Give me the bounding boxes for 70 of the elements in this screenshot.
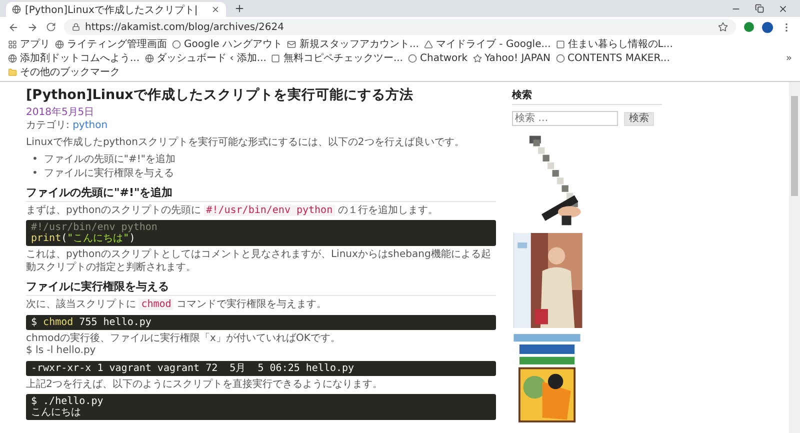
paragraph: chmodの実行後、ファイルに実行権限「x」が付いていればOKです。 $ ls -l hello.py	[26, 332, 342, 358]
reload-icon[interactable]	[46, 22, 56, 32]
paragraph: Linuxで作成したpythonスクリプトを実行可能な形式にするには、以下の2つを行えば良いです。	[26, 137, 466, 150]
paragraph: 上記2つを行えば、以下のようにスクリプトを直接実行できるようになります。	[26, 378, 384, 391]
bookmark[interactable]: マイドライブ - Google...	[424, 38, 551, 51]
globe-icon	[55, 40, 64, 49]
bullet: •	[32, 152, 38, 166]
globe-icon	[144, 54, 154, 63]
bookmark[interactable]: 新規スタッフアカウント...	[287, 38, 419, 51]
list-item: ファイルに実行権限を与える	[44, 166, 174, 180]
code-line: $ ./hello.py	[31, 396, 104, 407]
triangle-icon	[424, 40, 433, 49]
category-link[interactable]: python	[72, 120, 108, 131]
tab-title: [Python]Linuxで作成したスクリプト|	[25, 4, 199, 16]
browser-tab[interactable]: [Python]Linuxで作成したスクリプト|	[6, 2, 226, 17]
section-heading: ファイルの先頭に"#!"を追加	[26, 186, 496, 202]
square-icon	[556, 40, 565, 49]
bullet: •	[32, 166, 38, 180]
scrollbar[interactable]	[789, 82, 800, 433]
grid-icon	[8, 40, 17, 49]
bookmark[interactable]: アプリ	[8, 38, 50, 51]
widget-heading: 検索	[512, 88, 662, 105]
list-item: ファイルの先頭に"#!"を追加	[44, 152, 176, 166]
restore-icon[interactable]	[755, 4, 764, 12]
bookmark[interactable]: 無料コピペチェックツー...	[271, 52, 403, 65]
globe-icon	[12, 5, 21, 14]
back-icon[interactable]	[8, 22, 19, 32]
bookmark[interactable]: Chatwork	[408, 52, 468, 65]
bookmark[interactable]: ダッシュボード ‹ 添加...	[144, 52, 266, 65]
globe-icon	[8, 54, 17, 63]
paragraph: まずは、pythonのスクリプトの先頭に #!/usr/bin/env python の１行を追加します。	[26, 204, 439, 217]
paragraph: 次に、該当スクリプトに chmod コマンドで実行権限を与えます。	[26, 299, 328, 312]
bookmark[interactable]: Yahoo! JAPAN	[472, 52, 551, 65]
scrollbar-thumb[interactable]	[791, 96, 798, 196]
search-button[interactable]: 検索	[624, 112, 654, 126]
lock-icon	[72, 23, 80, 31]
search-field[interactable]: 検索 …	[512, 111, 618, 126]
star-icon	[472, 54, 482, 63]
extension-icon[interactable]	[744, 22, 754, 32]
bookmark[interactable]: 住まい暮らし情報のL...	[556, 38, 673, 51]
close-icon[interactable]	[778, 4, 788, 14]
category-label: カテゴリ:	[26, 120, 70, 131]
circle-icon	[556, 54, 565, 63]
code-line: #!/usr/bin/env python	[31, 222, 158, 233]
circle-icon	[408, 54, 417, 63]
bookmark-folder[interactable]: その他のブックマーク	[8, 66, 120, 79]
code-line: こんにちは	[31, 407, 82, 418]
code-line: print("こんにちは")	[31, 233, 136, 244]
bookmark[interactable]: Google ハングアウト	[172, 38, 282, 51]
square-icon	[271, 54, 280, 63]
close-icon[interactable]	[211, 5, 220, 14]
section-heading: ファイルに実行権限を与える	[26, 280, 496, 296]
mail-icon	[287, 40, 296, 49]
url-text: https://akamist.com/blog/archives/2624	[85, 22, 284, 32]
bookmark[interactable]: 添加剤ドットコムへよう...	[8, 52, 140, 65]
bookmark[interactable]: CONTENTS MAKER...	[556, 52, 670, 65]
paragraph: これは、pythonのスクリプトとしてはコメントと見なされますが、Linuxからはshebang機能による起動スクリプトの指定と判断されます。	[26, 249, 492, 274]
code-line: $ chmod 755 hello.py	[31, 316, 152, 328]
overflow-chevron[interactable]: »	[786, 53, 792, 64]
article-title: [Python]Linuxで作成したスクリプトを実行可能にする方法	[26, 86, 414, 104]
code-line: -rwxr-xr-x 1 vagrant vagrant 72 5月 5 06:25 hello.py	[31, 362, 356, 374]
forward-icon[interactable]	[27, 22, 38, 32]
circle-icon	[172, 40, 181, 49]
folder-icon	[8, 68, 17, 77]
address-bar[interactable]: https://akamist.com/blog/archives/2624	[64, 19, 736, 35]
new-tab-icon[interactable]	[234, 3, 245, 14]
star-icon[interactable]	[718, 22, 728, 32]
bookmark[interactable]: ライティング管理画面	[55, 38, 167, 51]
avatar-icon[interactable]	[762, 22, 773, 32]
post-date: 2018年5月5日	[26, 106, 96, 119]
